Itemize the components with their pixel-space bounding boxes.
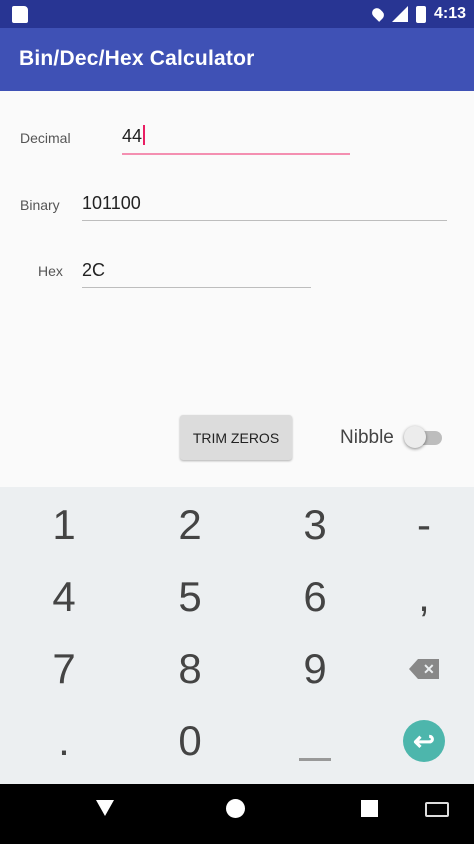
hex-input[interactable]: 2C [82, 260, 311, 288]
sd-card-icon [12, 6, 28, 23]
enter-icon: ↩ [403, 720, 445, 762]
key-minus[interactable]: - [365, 489, 474, 561]
space-icon [299, 757, 331, 761]
keyboard-icon[interactable] [425, 802, 449, 817]
key-6[interactable]: 6 [256, 561, 374, 633]
status-icons: 4:13 [370, 4, 466, 24]
app-bar: Bin/Dec/Hex Calculator [0, 28, 474, 91]
key-5[interactable]: 5 [131, 561, 249, 633]
binary-label: Binary [20, 197, 60, 213]
key-3[interactable]: 3 [256, 489, 374, 561]
decimal-label: Decimal [20, 130, 71, 146]
binary-value: 101100 [82, 193, 141, 213]
key-9[interactable]: 9 [256, 633, 374, 705]
enter-key[interactable]: ↩ [365, 705, 474, 777]
location-icon [370, 6, 386, 22]
key-period[interactable]: . [5, 705, 123, 777]
navigation-bar [0, 784, 474, 844]
home-icon[interactable] [226, 799, 245, 818]
backspace-icon: ✕ [409, 659, 439, 679]
numeric-keyboard: 1 2 3 - 4 5 6 , 7 8 9 ✕ . 0 ↩ [0, 487, 474, 784]
nibble-switch[interactable] [404, 425, 442, 448]
key-8[interactable]: 8 [131, 633, 249, 705]
space-key[interactable] [256, 705, 374, 777]
hex-label: Hex [38, 263, 63, 279]
key-comma[interactable]: , [365, 561, 474, 633]
decimal-input[interactable]: 44 [122, 125, 350, 155]
key-7[interactable]: 7 [5, 633, 123, 705]
text-caret [143, 125, 146, 145]
trim-zeros-button[interactable]: TRIM ZEROS [180, 415, 292, 460]
binary-input[interactable]: 101100 [82, 193, 447, 221]
decimal-value: 44 [122, 126, 143, 146]
switch-thumb [404, 426, 426, 448]
hex-value: 2C [82, 260, 106, 280]
signal-icon [391, 6, 408, 22]
status-bar: 4:13 [0, 0, 474, 28]
key-4[interactable]: 4 [5, 561, 123, 633]
back-icon[interactable] [96, 800, 114, 816]
nibble-label: Nibble [340, 427, 394, 448]
battery-icon [415, 5, 426, 23]
backspace-key[interactable]: ✕ [365, 633, 474, 705]
key-1[interactable]: 1 [5, 489, 123, 561]
app-title: Bin/Dec/Hex Calculator [19, 47, 255, 70]
status-time: 4:13 [433, 5, 466, 22]
key-2[interactable]: 2 [131, 489, 249, 561]
recents-icon[interactable] [361, 800, 378, 817]
key-0[interactable]: 0 [131, 705, 249, 777]
